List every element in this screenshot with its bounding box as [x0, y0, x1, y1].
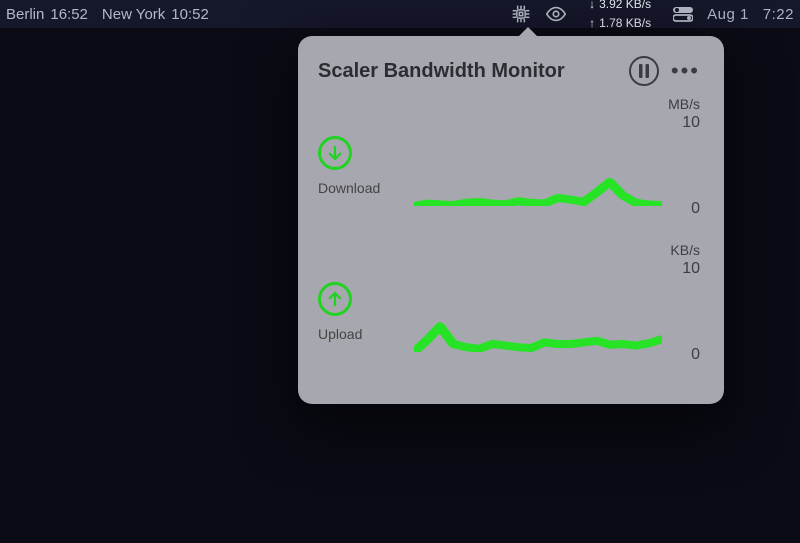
bandwidth-menu-item[interactable]: ↓ 3.92 KB/s ↑ 1.78 KB/s	[581, 0, 659, 31]
menubar: Berlin 16:52 New York 10:52 ↓ 3.92 KB/s ↑…	[0, 0, 800, 28]
download-arrow-icon: ↓	[589, 0, 595, 11]
world-clock-newyork[interactable]: New York 10:52	[102, 6, 209, 23]
upload-unit: KB/s	[664, 242, 700, 258]
world-clock-berlin[interactable]: Berlin 16:52	[6, 6, 88, 23]
upload-arrow-icon: ↑	[589, 17, 595, 30]
upload-rate: 1.78 KB/s	[599, 17, 651, 30]
city-label: Berlin	[6, 6, 44, 23]
download-zero: 0	[664, 200, 700, 218]
city-time: 16:52	[50, 6, 88, 23]
download-unit: MB/s	[664, 96, 700, 112]
download-max: 10	[664, 114, 700, 132]
more-button[interactable]: •••	[667, 58, 704, 84]
upload-max: 10	[664, 260, 700, 278]
pause-button[interactable]	[629, 56, 659, 86]
cpu-icon[interactable]	[511, 4, 531, 24]
download-sparkline	[414, 126, 662, 206]
control-center-icon[interactable]	[673, 6, 693, 22]
download-icon	[318, 136, 352, 170]
eye-icon[interactable]	[545, 3, 567, 25]
upload-chart: Upload KB/s 10 0	[318, 242, 704, 382]
upload-icon	[318, 282, 352, 316]
city-label: New York	[102, 6, 165, 23]
popover-title: Scaler Bandwidth Monitor	[318, 60, 621, 83]
city-time: 10:52	[171, 6, 209, 23]
upload-label: Upload	[318, 326, 362, 342]
system-time[interactable]: 7:22	[763, 6, 794, 23]
popover-tip	[518, 27, 538, 37]
download-chart: Download MB/s 10 0	[318, 96, 704, 236]
download-rate: 3.92 KB/s	[599, 0, 651, 11]
bandwidth-popover: Scaler Bandwidth Monitor ••• Download MB…	[298, 36, 724, 404]
upload-zero: 0	[664, 346, 700, 364]
system-date[interactable]: Aug 1	[707, 6, 749, 23]
download-label: Download	[318, 180, 380, 196]
upload-sparkline	[414, 272, 662, 352]
